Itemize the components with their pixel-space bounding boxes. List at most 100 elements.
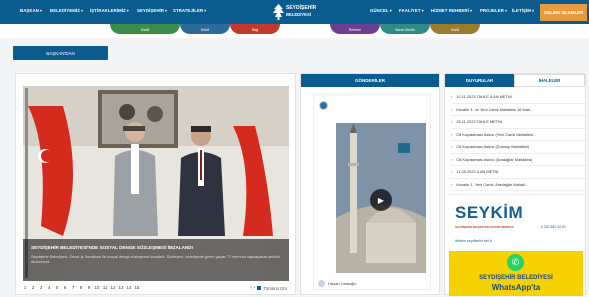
tile-label: Bilgi [251,28,259,32]
page-number[interactable]: 11 [101,285,109,290]
chevron-down-icon: ▾ [531,8,535,13]
posts-panel: GÖNDERİLER ▶ Hasan Ustaoğlu [300,73,440,295]
nav-label: BELEDİYEMİZ [50,8,80,13]
announcement-list: › 10.11.2023 TAHLE İLAN METNİ › Kuvaltır 1… [451,91,585,191]
list-item[interactable]: › Kuvaltır 1. Yeni Camii, Aradağlar Mahal… [451,179,585,191]
chevron-right-icon: › [451,131,453,137]
tile-label: Sanal Meclis [395,28,415,32]
quick-links-strip: Mobil Mobil Bilgi Rehberi Sanal Meclis M… [0,24,589,38]
page-number[interactable]: 4 [45,285,53,290]
whatsapp-line2: WhatsApp'ta [491,283,541,292]
list-item-text: 25.11.2023 TAHLE METNİ [456,119,502,125]
news-photo[interactable]: SEYDİŞEHİR BELEDİYESİ'NDE SOSYAL DENGE S… [23,86,289,281]
nav-label: PROJELER [480,8,504,13]
news-pager: 1 2 3 4 5 6 7 8 9 10 11 12 13 14 15 [21,283,141,292]
chevron-down-icon: ▾ [389,8,392,13]
news-caption[interactable]: SEYDİŞEHİR BELEDİYESİ'NDE SOSYAL DENGE S… [23,239,289,281]
seykim-subtitle: SEYDİŞEHİR BELEDİYESİ ÇÖZÜM MERKEZİ [455,225,514,229]
list-item[interactable]: › 25.11.2023 TAHLE METNİ [451,116,585,129]
nav-label: FAALİYET [399,8,421,13]
seykim-url[interactable]: iletisim.seydisehir.bel.tr [455,239,492,243]
page-number[interactable]: 13 [117,285,125,290]
announcements-panel: DUYURULAR İHALELER › 10.11.2023 TAHLE İLA… [444,73,586,296]
chevron-right-icon[interactable]: › [253,285,255,291]
nav-item-faaliyet[interactable]: FAALİYET▾ [399,8,424,16]
see-all-label: Tümünü Gör [263,286,287,291]
page-number[interactable]: 6 [61,285,69,290]
baskandan-button[interactable]: BAŞKAN'DAN [13,46,108,60]
chevron-down-icon: ▾ [504,8,508,13]
page-number[interactable]: 8 [77,285,85,290]
list-item-text: C8 Kupalaması Askısı (Aradağlar Mahalles… [456,156,533,162]
page-number[interactable]: 3 [37,285,45,290]
post-card[interactable]: ▶ Hasan Ustaoğlu [313,94,431,290]
nav-label: BAŞKAN [20,8,39,13]
site-logo[interactable]: SEYDİŞEHİR BELEDİYESİ [272,2,322,22]
quick-link-tile[interactable]: Sanal Meclis [380,24,430,34]
see-all-link[interactable]: Tümünü Gör [257,286,287,291]
logo-emblem-icon [273,4,284,20]
chevron-right-icon: › [451,144,453,150]
tab-ihaleler[interactable]: İHALELER [514,74,585,87]
list-item[interactable]: › C8 Kupalaması Askısı (Dumlup Mahallesi) [451,141,585,154]
page-number[interactable]: 12 [109,285,117,290]
chevron-right-icon: › [451,94,453,100]
tab-duyurular[interactable]: DUYURULAR [445,74,514,87]
list-item-text: 11.08.2023 İLAN METNİ [456,169,499,175]
post-author-name[interactable]: Hasan Ustaoğlu [328,281,356,286]
seykim-banner[interactable]: SEYKİM SEYDİŞEHİR BELEDİYESİ ÇÖZÜM MERKE… [449,194,583,248]
chevron-down-icon: ▾ [469,8,473,13]
list-item-text: C8 Kupalaması Askısı (Dumlup Mahallesi) [456,144,529,150]
online-services-button[interactable]: ONLİNE İŞLEMLER [540,4,587,21]
nav-item-stratejiler[interactable]: STRATEJİLER▾ [173,8,206,16]
page-number[interactable]: 14 [125,285,133,290]
list-item[interactable]: › C8 Kupalaması Askısı (Aradağlar Mahalle… [451,154,585,166]
nav-item-belediyemiz[interactable]: BELEDİYEMİZ▾ [50,8,83,16]
nav-item-iletisim[interactable]: İLETİŞİM▾ [512,8,534,16]
list-item[interactable]: › 11.08.2023 İLAN METNİ [451,166,585,179]
nav-item-projeler[interactable]: PROJELER▾ [480,8,507,16]
avatar [319,101,328,110]
quick-link-tile[interactable]: Mobil [180,24,230,34]
page-number[interactable]: 5 [53,285,61,290]
nav-item-baskan[interactable]: BAŞKAN▾ [20,8,42,16]
chevron-down-icon: ▾ [204,8,207,13]
nav-label: SEYDİŞEHİR [137,8,165,13]
page-number[interactable]: 15 [133,285,141,290]
logo-subtitle: BELEDİYESİ [286,12,311,17]
page: BAŞKAN▾ BELEDİYEMİZ▾ İŞTİRAKLERİMİZ▾ SEY… [0,0,589,297]
page-number[interactable]: 7 [69,285,77,290]
nav-item-istiraklerimiz[interactable]: İŞTİRAKLERİMİZ▾ [90,8,129,16]
page-number[interactable]: 2 [29,285,37,290]
quick-link-tile[interactable]: Bilgi [230,24,280,34]
whatsapp-banner[interactable]: ✆ SEYDİŞEHİR BELEDİYESİ WhatsApp'ta [449,251,583,296]
nav-label: STRATEJİLER [173,8,204,13]
nav-item-guncel[interactable]: GÜNCEL▾ [370,8,392,16]
list-item[interactable]: › C8 Kupalaması Askısı (Yeni Camii Mahall… [451,129,585,141]
seykim-title: SEYKİM [455,203,524,222]
list-item[interactable]: › 10.11.2023 TAHLE İLAN METNİ [451,91,585,104]
play-icon[interactable]: ▶ [370,189,392,211]
quick-link-tile[interactable]: Mobil [110,24,180,34]
chevron-right-icon: › [451,169,453,175]
news-slider: SEYDİŞEHİR BELEDİYESİ'NDE SOSYAL DENGE S… [15,73,296,295]
page-number[interactable]: 9 [85,285,93,290]
news-headline[interactable]: SEYDİŞEHİR BELEDİYESİ'NDE SOSYAL DENGE S… [31,245,281,251]
post-author: Hasan Ustaoğlu [318,280,356,287]
page-number[interactable]: 10 [93,285,101,290]
chevron-left-icon[interactable]: ‹ [250,285,252,291]
quick-link-tile[interactable]: Mobil [430,24,480,34]
chevron-right-icon: › [451,181,453,187]
page-number[interactable]: 1 [21,285,29,290]
pager-arrows: ‹ › [250,285,255,291]
quick-link-tile[interactable]: Rehberi [330,24,380,34]
chevron-right-icon: › [451,156,453,162]
logo-title: SEYDİŞEHİR [286,5,317,11]
chevron-down-icon: ▾ [126,8,129,13]
nav-item-hizmet-rehberi[interactable]: HİZMET REHBERİ▾ [431,8,472,16]
post-video-thumbnail[interactable]: ▶ [336,123,426,273]
seykim-phone: 0 332 582 34 00 [541,225,566,229]
list-item[interactable]: › Kuvaltır 1. ve Yeni Camii Mahallesi 16 … [451,104,585,116]
tile-label: Mobil [140,28,150,32]
nav-item-seydisehir[interactable]: SEYDİŞEHİR▾ [137,8,167,16]
